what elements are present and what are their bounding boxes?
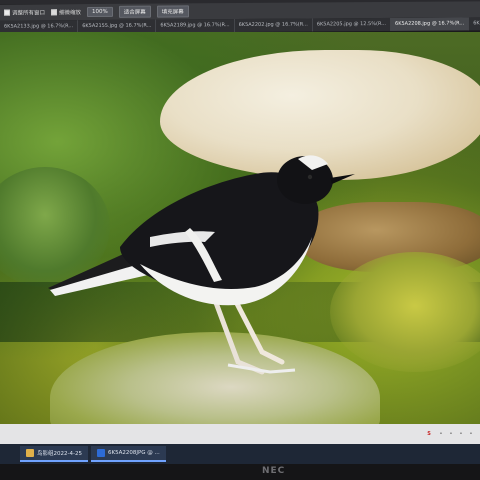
scrubby-zoom-checkbox[interactable]: 细微缩放 (51, 8, 81, 16)
tab-document[interactable]: 6K5A... (469, 17, 480, 31)
monitor-brand-logo: NEC (262, 466, 286, 476)
fit-screen-button[interactable]: 适合屏幕 (118, 5, 151, 18)
resize-all-windows-checkbox[interactable]: 调整所有窗口 (4, 8, 46, 17)
checkbox-label: 调整所有窗口 (12, 10, 46, 17)
tray-icon[interactable]: • (458, 431, 464, 437)
tray-icon[interactable]: • (438, 431, 444, 437)
taskbar-item-label: 6K5A2208JPG @ ... (107, 450, 160, 456)
taskbar-item-label: 鸟影组2022-4-25 (37, 451, 82, 457)
tray-icon[interactable]: • (468, 431, 474, 437)
checkbox-label: 细微缩放 (59, 10, 82, 17)
checkbox-box[interactable] (4, 9, 10, 16)
tray-icon[interactable]: • (448, 431, 454, 437)
forktail-bird-photo (48, 155, 355, 375)
taskbar-item-folder[interactable]: 鸟影组2022-4-25 (20, 446, 88, 462)
folder-icon (26, 449, 34, 457)
tab-document[interactable]: 6K5A2189.jpg @ 16.7%(R... (156, 19, 235, 33)
status-bar: S • • • • (0, 424, 480, 444)
image-canvas[interactable] (0, 32, 480, 424)
monitor-bezel-bottom (0, 464, 480, 480)
taskbar-item-photoshop[interactable]: 6K5A2208JPG @ ... (90, 446, 166, 462)
ime-s-icon[interactable]: S (424, 431, 434, 437)
checkbox-box[interactable] (51, 9, 58, 16)
tab-document[interactable]: 6K5A2202.jpg @ 16.7%(R... (234, 18, 313, 33)
tab-document[interactable]: 6K5A2205.jpg @ 12.5%(R... (312, 17, 392, 32)
zoom-100-button[interactable]: 100% (87, 6, 113, 18)
fill-screen-button[interactable]: 填充屏幕 (156, 5, 189, 18)
taskbar: 鸟影组2022-4-25 6K5A2208JPG @ ... (0, 444, 480, 464)
tab-document-active[interactable]: 6K5A2208.jpg @ 16.7%(R... (391, 17, 470, 31)
photoshop-icon (96, 449, 105, 457)
